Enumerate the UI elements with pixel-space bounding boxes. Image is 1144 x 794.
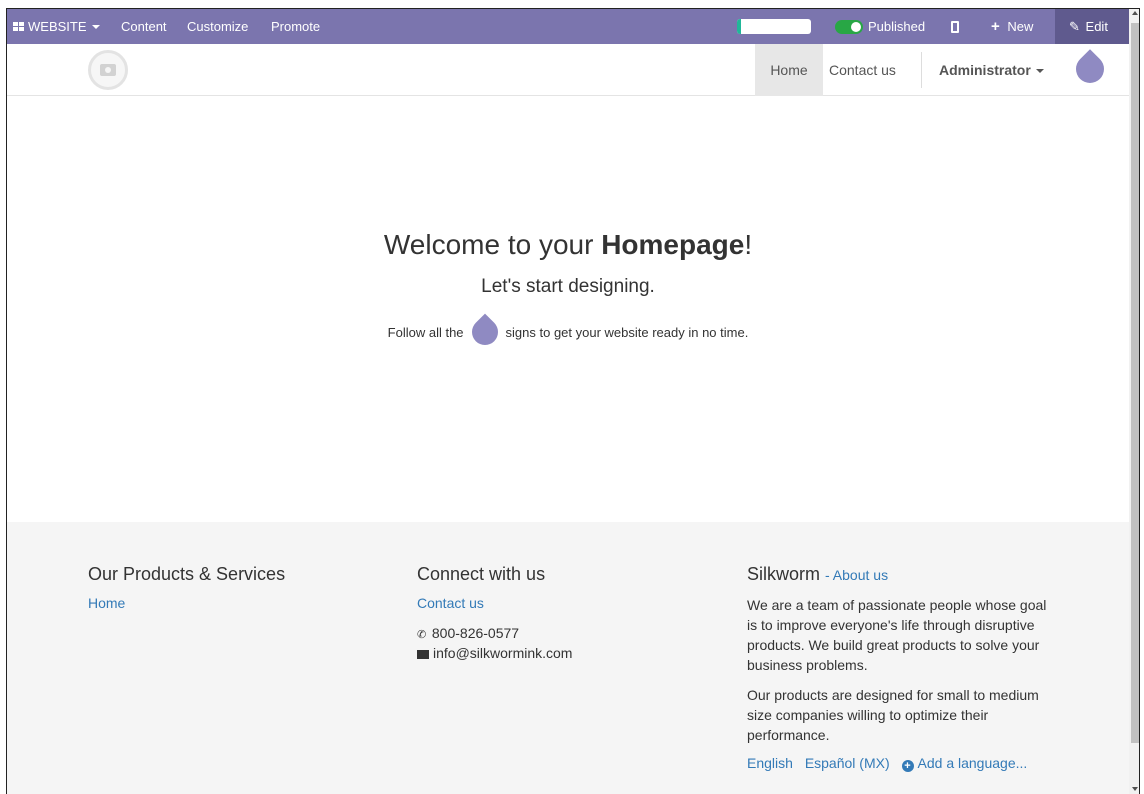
scrollbar-thumb[interactable] bbox=[1131, 23, 1139, 743]
footer-connect-heading: Connect with us bbox=[417, 564, 546, 584]
new-label: New bbox=[1007, 19, 1034, 34]
website-progress-bar[interactable] bbox=[737, 19, 811, 34]
language-spanish-mx[interactable]: Español (MX) bbox=[805, 755, 890, 771]
published-toggle[interactable]: Published bbox=[835, 9, 925, 44]
page-scrollbar[interactable] bbox=[1129, 9, 1139, 794]
published-label: Published bbox=[868, 19, 926, 34]
add-language-label: Add a language... bbox=[917, 755, 1028, 771]
envelope-icon bbox=[417, 650, 429, 659]
toggle-icon bbox=[835, 20, 863, 34]
droplet-icon[interactable] bbox=[1070, 49, 1110, 89]
footer-connect-column: Connect with us Contact us ✆ 800-826-057… bbox=[417, 564, 572, 663]
edit-button[interactable]: ✎ Edit bbox=[1055, 9, 1129, 44]
scroll-down-icon[interactable] bbox=[1132, 787, 1138, 791]
site-footer: Our Products & Services Home Connect wit… bbox=[7, 522, 1129, 794]
nav-item-contact-us[interactable]: Contact us bbox=[829, 44, 896, 96]
language-selector: English Español (MX) + Add a language... bbox=[747, 755, 1057, 772]
footer-products-heading: Our Products & Services bbox=[88, 564, 286, 584]
plus-icon: + bbox=[991, 18, 1000, 35]
mobile-icon bbox=[951, 21, 959, 33]
new-button[interactable]: + New bbox=[991, 9, 1033, 44]
droplet-icon bbox=[466, 313, 503, 351]
menu-promote[interactable]: Promote bbox=[271, 9, 320, 44]
edit-label: Edit bbox=[1085, 19, 1108, 34]
site-logo[interactable] bbox=[88, 50, 128, 90]
caret-down-icon bbox=[91, 25, 100, 29]
caret-down-icon bbox=[1035, 69, 1044, 73]
hero-hint-post: signs to get your website ready in no ti… bbox=[505, 325, 749, 340]
hero-subtitle: Let's start designing. bbox=[481, 276, 655, 297]
footer-products-column: Our Products & Services Home bbox=[88, 564, 285, 611]
apps-grid-icon bbox=[13, 22, 25, 32]
footer-email-address[interactable]: info@silkwormink.com bbox=[433, 645, 572, 661]
pencil-icon: ✎ bbox=[1069, 19, 1080, 34]
nav-divider bbox=[921, 52, 922, 88]
hero-title-pre: Welcome to your bbox=[383, 229, 602, 260]
footer-about-column: Silkworm - About us We are a team of pas… bbox=[747, 564, 1057, 772]
hero-title: Welcome to your Homepage! bbox=[7, 229, 1129, 261]
footer-home-link[interactable]: Home bbox=[88, 595, 125, 611]
mobile-preview-button[interactable] bbox=[951, 9, 959, 44]
nav-item-home[interactable]: Home bbox=[755, 44, 823, 96]
menu-customize[interactable]: Customize bbox=[187, 9, 248, 44]
user-menu-label: Administrator bbox=[939, 62, 1031, 78]
hint-droplet bbox=[466, 313, 503, 351]
footer-about-heading: Silkworm - About us bbox=[747, 564, 1057, 585]
footer-about-link[interactable]: - About us bbox=[825, 567, 888, 583]
footer-contact-link[interactable]: Contact us bbox=[417, 595, 572, 611]
admin-bar: WEBSITE Content Customize Promote Publis… bbox=[7, 9, 1139, 44]
website-menu-label: WEBSITE bbox=[28, 19, 87, 34]
phone-icon: ✆ bbox=[417, 629, 427, 641]
scroll-up-icon[interactable] bbox=[1132, 11, 1138, 15]
hero-title-bold: Homepage bbox=[601, 229, 745, 260]
footer-company-name: Silkworm bbox=[747, 564, 821, 584]
footer-email: info@silkwormink.com bbox=[417, 643, 572, 663]
website-menu-button[interactable]: WEBSITE bbox=[13, 9, 100, 44]
plus-circle-icon: + bbox=[901, 760, 914, 772]
footer-about-paragraph-1: We are a team of passionate people whose… bbox=[747, 597, 1047, 673]
hero-hint-pre: Follow all the bbox=[387, 325, 464, 340]
footer-phone: ✆ 800-826-0577 bbox=[417, 623, 572, 643]
website-progress-fill bbox=[737, 19, 741, 34]
footer-phone-number: 800-826-0577 bbox=[431, 625, 520, 641]
add-language-link[interactable]: + Add a language... bbox=[901, 755, 1028, 772]
user-menu[interactable]: Administrator bbox=[939, 44, 1044, 96]
footer-about-paragraph-2: Our products are designed for small to m… bbox=[747, 687, 1039, 743]
logo-camera-icon bbox=[100, 64, 116, 76]
browser-viewport: WEBSITE Content Customize Promote Publis… bbox=[6, 8, 1140, 794]
language-english[interactable]: English bbox=[747, 755, 793, 771]
hero-title-post: ! bbox=[744, 229, 753, 260]
hero-hint: Follow all the signs to get your website … bbox=[7, 313, 1129, 351]
site-navbar: Home Contact us Administrator bbox=[7, 44, 1129, 96]
menu-content[interactable]: Content bbox=[121, 9, 167, 44]
